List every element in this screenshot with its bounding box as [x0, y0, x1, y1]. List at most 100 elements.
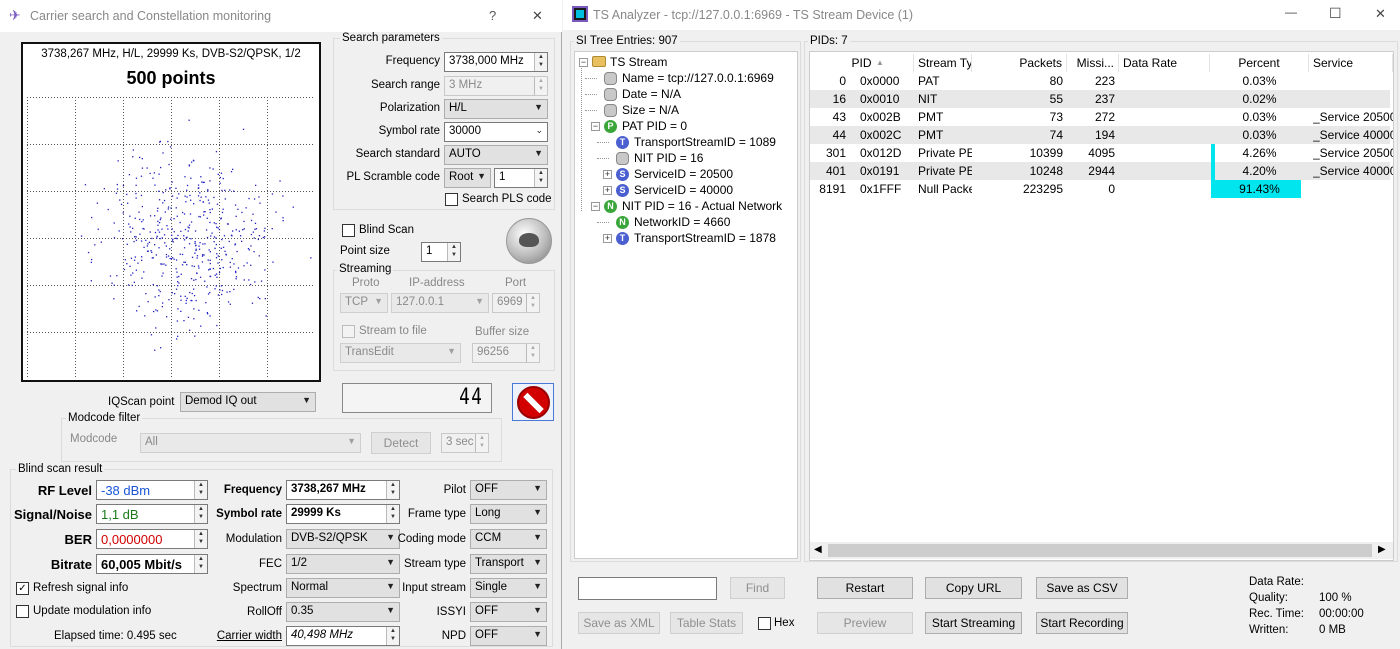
- spectrum-select[interactable]: Normal ▼: [286, 578, 400, 598]
- tree-nit-tsid[interactable]: + T TransportStreamID = 1878: [575, 230, 795, 246]
- pid-row[interactable]: 0.03% 43 0x002B PMT 73 272 _Service 20500: [810, 108, 1393, 126]
- fec-select[interactable]: 1/2 ▼: [286, 554, 400, 574]
- scroll-right-arrow[interactable]: ▶: [1378, 544, 1386, 555]
- pl-scramble-select[interactable]: Root ▼: [444, 168, 491, 188]
- help-button[interactable]: ?: [489, 8, 496, 23]
- constellation-point: [134, 236, 136, 238]
- search-standard-select[interactable]: AUTO ▼: [444, 145, 548, 165]
- expand-icon[interactable]: +: [603, 234, 612, 243]
- tree-pat-tsid[interactable]: T TransportStreamID = 1089: [575, 134, 795, 150]
- constellation-point: [242, 229, 244, 231]
- collapse-icon[interactable]: −: [591, 202, 600, 211]
- satellite-dish-icon[interactable]: [506, 218, 552, 264]
- constellation-point: [189, 329, 191, 331]
- scroll-thumb[interactable]: [828, 544, 1372, 557]
- stream-type-select[interactable]: Transport ▼: [470, 554, 547, 574]
- constellation-point: [126, 263, 128, 265]
- col-missing-header[interactable]: Missi...: [1067, 54, 1119, 72]
- collapse-icon[interactable]: −: [591, 122, 600, 131]
- symbol-rate-select[interactable]: 30000 ⌄: [444, 122, 548, 142]
- coding-mode-select[interactable]: CCM ▼: [470, 529, 547, 549]
- rolloff-select[interactable]: 0.35 ▼: [286, 602, 400, 622]
- stream-to-file-checkbox: [342, 325, 355, 338]
- stop-button[interactable]: [512, 383, 554, 421]
- pid-table-hscroll[interactable]: ◀ ▶: [810, 542, 1393, 559]
- pilot-select[interactable]: OFF ▼: [470, 480, 547, 500]
- tree-connector: [597, 222, 609, 223]
- minimize-button[interactable]: —: [1285, 5, 1297, 19]
- expand-icon[interactable]: +: [603, 170, 612, 179]
- maximize-button[interactable]: ☐: [1329, 5, 1342, 22]
- polarization-select[interactable]: H/L ▼: [444, 99, 548, 119]
- constellation-point: [201, 181, 203, 183]
- input-stream-select[interactable]: Single ▼: [470, 578, 547, 598]
- copy-url-button[interactable]: Copy URL: [925, 577, 1022, 599]
- expand-icon[interactable]: +: [603, 186, 612, 195]
- scroll-left-arrow[interactable]: ◀: [814, 544, 822, 555]
- constellation-point: [252, 213, 254, 215]
- restart-button[interactable]: Restart: [817, 577, 913, 599]
- carrier-width-label[interactable]: Carrier width: [200, 630, 282, 642]
- tree-ts-stream[interactable]: − TS Stream: [575, 54, 795, 70]
- col-percent-header[interactable]: Percent: [1210, 54, 1309, 72]
- blind-scan-checkbox[interactable]: [342, 224, 355, 237]
- constellation-point: [172, 238, 174, 240]
- modulation-select[interactable]: DVB-S2/QPSK ▼: [286, 529, 400, 549]
- issyi-select[interactable]: OFF ▼: [470, 602, 547, 622]
- chevron-down-icon: ▼: [374, 296, 383, 306]
- frequency-spin[interactable]: ▲ ▼: [534, 53, 547, 71]
- hex-checkbox[interactable]: [758, 617, 771, 630]
- pl-scramble-number[interactable]: 1 ▲ ▼: [494, 168, 548, 188]
- constellation-point: [257, 238, 259, 241]
- col-data-rate-header[interactable]: Data Rate: [1119, 54, 1210, 72]
- iqscan-select[interactable]: Demod IQ out ▼: [180, 392, 316, 412]
- point-size-input[interactable]: 1 ▲ ▼: [421, 242, 461, 262]
- update-modulation-checkbox[interactable]: [16, 605, 29, 618]
- refresh-signal-checkbox[interactable]: ✓: [16, 582, 29, 595]
- save-csv-button[interactable]: Save as CSV: [1036, 577, 1128, 599]
- tree-nit[interactable]: − N NIT PID = 16 - Actual Network: [575, 198, 795, 214]
- constellation-point: [145, 239, 147, 241]
- col-packets-header[interactable]: Packets: [972, 54, 1067, 72]
- rolloff-label: RollOff: [247, 606, 282, 618]
- pid-row[interactable]: 0.03% 0 0x0000 PAT 80 223: [810, 72, 1390, 90]
- tree-date[interactable]: Date = N/A: [575, 86, 795, 102]
- close-left-button[interactable]: ✕: [532, 8, 543, 24]
- search-pls-checkbox[interactable]: [445, 193, 458, 206]
- pid-row[interactable]: 4.26% 301 0x012D Private PES 10399 4095 _Servi…: [810, 144, 1393, 162]
- constellation-point: [205, 196, 207, 198]
- pid-row[interactable]: 91.43% 8191 0x1FFF Null Packets 223295 0: [810, 180, 1390, 198]
- data-rate-cell: [1123, 126, 1210, 144]
- constellation-point: [193, 265, 195, 268]
- tree-nit-pid[interactable]: NIT PID = 16: [575, 150, 795, 166]
- point-size-spin[interactable]: ▲ ▼: [447, 243, 460, 261]
- constellation-point: [235, 278, 237, 280]
- frame-type-select[interactable]: Long ▼: [470, 504, 547, 524]
- constellation-point: [272, 261, 274, 263]
- tree-name[interactable]: Name = tcp://127.0.0.1:6969: [575, 70, 795, 86]
- col-service-header[interactable]: Service: [1309, 54, 1393, 72]
- start-recording-button[interactable]: Start Recording: [1036, 612, 1128, 634]
- col-stream-type-header[interactable]: Stream Type: [914, 54, 972, 72]
- find-input[interactable]: [578, 577, 717, 600]
- col-pid-header[interactable]: PID: [810, 54, 914, 72]
- frequency-input[interactable]: 3738,000 MHz ▲ ▼: [444, 52, 548, 72]
- pid-row[interactable]: 0.03% 44 0x002C PMT 74 194 _Service 40000: [810, 126, 1393, 144]
- npd-select[interactable]: OFF ▼: [470, 626, 547, 646]
- pl-scramble-spin[interactable]: ▲ ▼: [534, 169, 547, 187]
- collapse-icon[interactable]: −: [579, 58, 588, 67]
- tree-service-20500[interactable]: + S ServiceID = 20500: [575, 166, 795, 182]
- constellation-point: [155, 327, 157, 329]
- pid-row[interactable]: 0.02% 16 0x0010 NIT 55 237: [810, 90, 1390, 108]
- tree-service-40000[interactable]: + S ServiceID = 40000: [575, 182, 795, 198]
- si-tree[interactable]: − TS Stream Name = tcp://127.0.0.1:6969 Dat…: [574, 51, 798, 559]
- tree-pat[interactable]: − P PAT PID = 0: [575, 118, 795, 134]
- close-right-button[interactable]: ✕: [1375, 6, 1386, 22]
- tree-network-id[interactable]: N NetworkID = 4660: [575, 214, 795, 230]
- pid-row[interactable]: 4.20% 401 0x0191 Private PES 10248 2944 _Servi…: [810, 162, 1393, 180]
- tree-size[interactable]: Size = N/A: [575, 102, 795, 118]
- constellation-point: [257, 296, 259, 299]
- start-streaming-button[interactable]: Start Streaming: [925, 612, 1022, 634]
- pid-table[interactable]: PIDStream TypePacketsMissi...Data RatePe…: [809, 51, 1394, 561]
- constellation-point: [152, 177, 154, 179]
